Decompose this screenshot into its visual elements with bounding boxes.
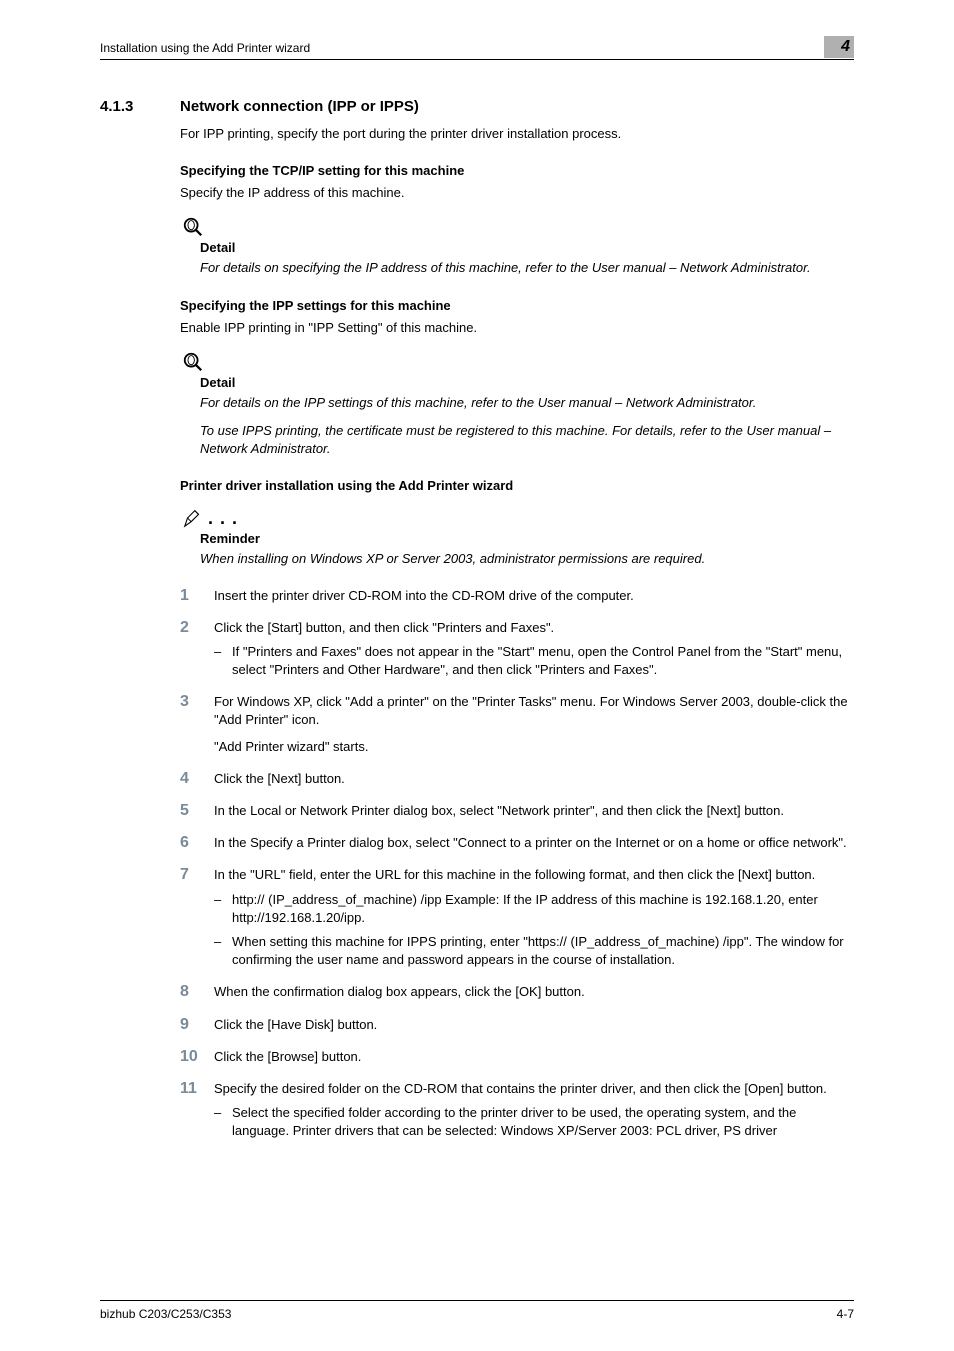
tcpip-para: Specify the IP address of this machine. <box>180 184 854 202</box>
step-7-sub-1: – http:// (IP_address_of_machine) /ipp E… <box>214 891 854 927</box>
section-heading-row: 4.1.3 Network connection (IPP or IPPS) <box>100 98 854 115</box>
step-text: Click the [Browse] button. <box>214 1048 854 1066</box>
sub-text: If "Printers and Faxes" does not appear … <box>232 643 854 679</box>
step-number: 1 <box>180 587 214 605</box>
ipp-heading: Specifying the IPP settings for this mac… <box>180 298 854 313</box>
step-2-sub: – If "Printers and Faxes" does not appea… <box>214 643 854 679</box>
step-number: 7 <box>180 866 214 884</box>
dash-icon: – <box>214 1104 232 1140</box>
tcpip-heading: Specifying the TCP/IP setting for this m… <box>180 163 854 178</box>
step-10: 10 Click the [Browse] button. <box>180 1048 854 1066</box>
ipp-para: Enable IPP printing in "IPP Setting" of … <box>180 319 854 337</box>
page-footer: bizhub C203/C253/C353 4-7 <box>100 1300 854 1321</box>
section-number: 4.1.3 <box>100 98 180 115</box>
step-number: 3 <box>180 693 214 711</box>
sub-text: http:// (IP_address_of_machine) /ipp Exa… <box>232 891 854 927</box>
pencil-icon <box>182 507 204 529</box>
detail-text-1: For details on the IPP settings of this … <box>200 394 854 412</box>
detail-label: Detail <box>200 240 854 255</box>
step-1: 1 Insert the printer driver CD-ROM into … <box>180 587 854 605</box>
footer-left: bizhub C203/C253/C353 <box>100 1307 231 1321</box>
ipp-detail-block: Detail For details on the IPP settings o… <box>180 351 854 459</box>
detail-text: For details on specifying the IP address… <box>200 259 854 277</box>
step-6: 6 In the Specify a Printer dialog box, s… <box>180 834 854 852</box>
step-text: Click the [Next] button. <box>214 770 854 788</box>
breadcrumb: Installation using the Add Printer wizar… <box>100 41 310 55</box>
step-4: 4 Click the [Next] button. <box>180 770 854 788</box>
step-7-sub-2: – When setting this machine for IPPS pri… <box>214 933 854 969</box>
reminder-block: . . . Reminder When installing on Window… <box>180 507 854 568</box>
sub-text: When setting this machine for IPPS print… <box>232 933 854 969</box>
step-text: Insert the printer driver CD-ROM into th… <box>214 587 854 605</box>
sub-text: Select the specified folder according to… <box>232 1104 854 1140</box>
step-text: In the "URL" field, enter the URL for th… <box>214 866 854 884</box>
step-text: Specify the desired folder on the CD-ROM… <box>214 1080 854 1098</box>
step-3-cont: "Add Printer wizard" starts. <box>214 738 854 756</box>
step-text: Click the [Start] button, and then click… <box>214 619 854 637</box>
section-intro: For IPP printing, specify the port durin… <box>180 125 854 143</box>
step-text: In the Specify a Printer dialog box, sel… <box>214 834 854 852</box>
step-number: 11 <box>180 1080 214 1098</box>
ellipsis-icon: . . . <box>208 508 238 529</box>
dash-icon: – <box>214 891 232 927</box>
step-number: 6 <box>180 834 214 852</box>
step-3: 3 For Windows XP, click "Add a printer" … <box>180 693 854 729</box>
install-heading: Printer driver installation using the Ad… <box>180 478 854 493</box>
chapter-box: 4 <box>824 36 854 58</box>
step-text: For Windows XP, click "Add a printer" on… <box>214 693 854 729</box>
tcpip-detail-block: Detail For details on specifying the IP … <box>180 216 854 277</box>
step-number: 10 <box>180 1048 214 1066</box>
step-7: 7 In the "URL" field, enter the URL for … <box>180 866 854 884</box>
magnifier-icon <box>182 351 204 373</box>
step-text: In the Local or Network Printer dialog b… <box>214 802 854 820</box>
detail-text-2: To use IPPS printing, the certificate mu… <box>200 422 854 458</box>
reminder-text: When installing on Windows XP or Server … <box>200 550 854 568</box>
step-number: 9 <box>180 1016 214 1034</box>
step-text: When the confirmation dialog box appears… <box>214 983 854 1001</box>
step-2: 2 Click the [Start] button, and then cli… <box>180 619 854 637</box>
reminder-label: Reminder <box>200 531 854 546</box>
step-11-sub: – Select the specified folder according … <box>214 1104 854 1140</box>
step-number: 2 <box>180 619 214 637</box>
magnifier-icon <box>182 216 204 238</box>
step-number: 5 <box>180 802 214 820</box>
dash-icon: – <box>214 933 232 969</box>
dash-icon: – <box>214 643 232 679</box>
detail-label: Detail <box>200 375 854 390</box>
step-8: 8 When the confirmation dialog box appea… <box>180 983 854 1001</box>
footer-right: 4-7 <box>837 1307 854 1321</box>
step-9: 9 Click the [Have Disk] button. <box>180 1016 854 1034</box>
step-11: 11 Specify the desired folder on the CD-… <box>180 1080 854 1098</box>
step-text: Click the [Have Disk] button. <box>214 1016 854 1034</box>
page-header: Installation using the Add Printer wizar… <box>100 40 854 60</box>
step-number: 4 <box>180 770 214 788</box>
section-title: Network connection (IPP or IPPS) <box>180 98 419 115</box>
step-5: 5 In the Local or Network Printer dialog… <box>180 802 854 820</box>
chapter-number: 4 <box>841 38 850 55</box>
step-number: 8 <box>180 983 214 1001</box>
